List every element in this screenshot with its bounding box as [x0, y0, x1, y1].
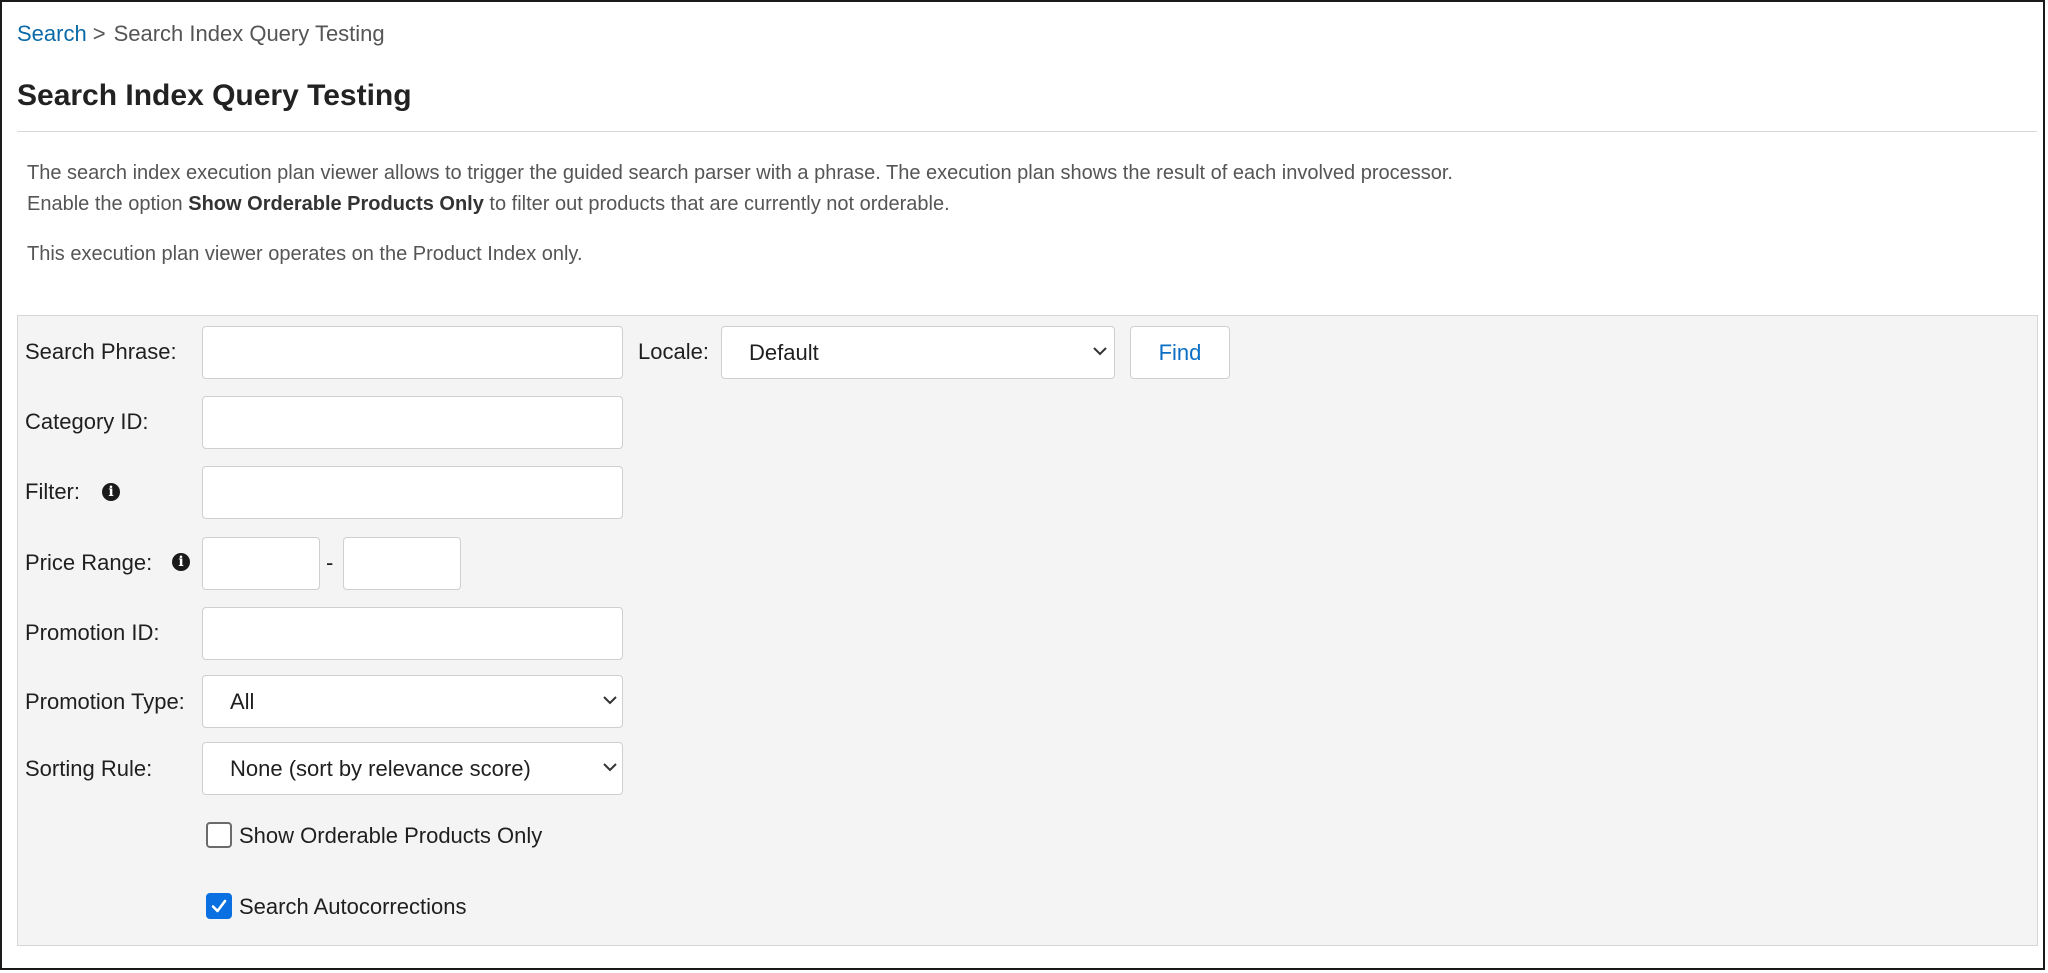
promotion-type-select[interactable]: All	[202, 675, 623, 728]
price-to-input[interactable]	[343, 537, 461, 590]
locale-select-value: Default	[749, 340, 819, 365]
price-range-info-icon[interactable]: i	[172, 553, 190, 571]
breadcrumb-search-link[interactable]: Search	[17, 21, 87, 46]
breadcrumb-current: Search Index Query Testing	[113, 21, 385, 46]
chevron-down-icon	[603, 696, 617, 705]
description-line-2-bold: Show Orderable Products Only	[188, 193, 484, 215]
promotion-type-label: Promotion Type:	[25, 689, 185, 714]
search-phrase-input[interactable]	[202, 326, 623, 379]
breadcrumb: Search > Search Index Query Testing	[17, 20, 385, 48]
chevron-down-icon	[603, 763, 617, 772]
promotion-id-label: Promotion ID:	[25, 620, 160, 645]
sorting-rule-select[interactable]: None (sort by relevance score)	[202, 742, 623, 795]
breadcrumb-separator: >	[92, 21, 106, 46]
promotion-id-input[interactable]	[202, 607, 623, 660]
category-id-label: Category ID:	[25, 409, 149, 434]
price-from-input[interactable]	[202, 537, 320, 590]
description-line-2-suffix: to filter out products that are currentl…	[483, 193, 950, 215]
filter-input[interactable]	[202, 466, 623, 519]
locale-select[interactable]: Default	[721, 326, 1115, 379]
category-id-input[interactable]	[202, 396, 623, 449]
title-divider	[17, 131, 2037, 132]
promotion-type-select-value: All	[230, 689, 255, 714]
locale-label: Locale:	[638, 339, 709, 364]
orderable-only-checkbox[interactable]	[206, 822, 232, 848]
description-line-2: Enable the option Show Orderable Product…	[27, 191, 950, 217]
filter-info-icon[interactable]: i	[102, 483, 120, 501]
sorting-rule-label: Sorting Rule:	[25, 756, 153, 781]
sorting-rule-select-value: None (sort by relevance score)	[230, 756, 531, 781]
description-line-3: This execution plan viewer operates on t…	[27, 243, 583, 265]
filter-label: Filter:	[25, 479, 80, 504]
autocorrections-label[interactable]: Search Autocorrections	[239, 893, 466, 921]
page-frame: Search > Search Index Query Testing Search…	[0, 0, 2045, 970]
autocorrections-checkbox[interactable]	[206, 893, 232, 919]
description-line-1: The search index execution plan viewer a…	[27, 162, 1453, 184]
price-range-separator: -	[326, 550, 334, 575]
orderable-only-label[interactable]: Show Orderable Products Only	[239, 822, 542, 850]
chevron-down-icon	[1093, 347, 1107, 356]
search-phrase-label: Search Phrase:	[25, 339, 177, 364]
find-button[interactable]: Find	[1130, 326, 1230, 379]
description-line-2-prefix: Enable the option	[27, 193, 189, 215]
price-range-label: Price Range:	[25, 550, 153, 575]
page-title: Search Index Query Testing	[17, 79, 412, 112]
checkmark-icon	[211, 899, 227, 913]
